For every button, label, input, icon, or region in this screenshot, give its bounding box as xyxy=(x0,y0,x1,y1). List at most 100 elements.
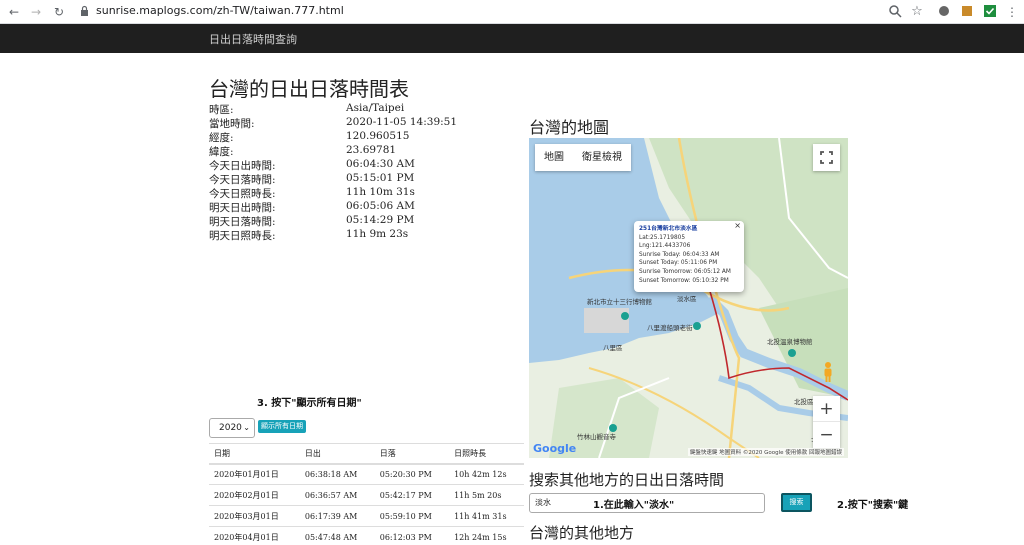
fullscreen-button[interactable] xyxy=(813,144,840,171)
map-label: 八里渡船頭老街 xyxy=(647,324,693,332)
google-logo: Google xyxy=(533,442,576,455)
map-label: 北投溫泉博物館 xyxy=(767,338,813,346)
map-type-control: 地圖 衛星檢視 xyxy=(535,144,631,171)
table-cell: 2020年04月01日 xyxy=(209,526,300,545)
info-value: 05:14:29 PM xyxy=(346,214,415,226)
info-value: 11h 9m 23s xyxy=(346,228,409,240)
info-row: 緯度: 23.69781 xyxy=(209,144,509,158)
reload-icon[interactable]: ↻ xyxy=(51,4,67,20)
table-row: 2020年01月01日 06:38:18 AM 05:20:30 PM 10h 42m… xyxy=(209,463,524,485)
table-header-row: 日期 日出 日落 日照時長 xyxy=(209,443,524,465)
info-value: Asia/Taipei xyxy=(346,102,405,114)
page-title: 台灣的日出日落時間表 xyxy=(209,77,409,101)
tab-map[interactable]: 地圖 xyxy=(535,144,573,171)
info-row: 今天日照時長: 11h 10m 31s xyxy=(209,186,509,200)
info-key: 緯度: xyxy=(209,146,234,158)
table-cell: 10h 42m 12s xyxy=(449,463,524,485)
table-row: 2020年03月01日 06:17:39 AM 05:59:10 PM 11h 41m… xyxy=(209,505,524,527)
extension-icon[interactable] xyxy=(983,4,997,18)
show-all-dates-button[interactable]: 顯示所有日期 xyxy=(258,420,306,433)
map-label: 新北市立十三行博物館 xyxy=(587,298,652,306)
site-brand[interactable]: 日出日落時間查詢 xyxy=(209,31,297,47)
info-key: 今天日照時長: xyxy=(209,188,276,200)
annotation-show-all: 3. 按下"顯示所有日期" xyxy=(257,398,362,409)
table-row: 2020年04月01日 05:47:48 AM 06:12:03 PM 12h 24m… xyxy=(209,526,524,545)
menu-icon[interactable]: ⋮ xyxy=(1004,4,1020,20)
info-value: 06:04:30 AM xyxy=(346,158,415,170)
fullscreen-icon xyxy=(820,151,833,164)
zoom-control: + − xyxy=(813,396,840,448)
column-header: 日落 xyxy=(374,443,450,465)
table-row: 2020年02月01日 06:36:57 AM 05:42:17 PM 11h 5m … xyxy=(209,484,524,506)
extension-icon[interactable] xyxy=(937,4,951,18)
popup-line: Sunrise Today: 06:04:33 AM xyxy=(639,251,720,258)
google-logo-text: Google xyxy=(533,442,577,455)
map-label: 竹林山觀音寺 xyxy=(577,433,616,441)
popup-line: Lat:25.1719805 xyxy=(639,234,686,241)
extension-icon[interactable] xyxy=(960,4,974,18)
popup-line: Sunset Today: 05:11:06 PM xyxy=(639,260,718,267)
info-row: 明天日出時間: 06:05:06 AM xyxy=(209,200,509,214)
table-cell: 06:36:57 AM xyxy=(299,484,375,506)
info-value: 23.69781 xyxy=(346,144,397,156)
table-cell: 2020年01月01日 xyxy=(209,463,300,485)
table-cell: 11h 41m 31s xyxy=(449,505,524,527)
zoom-icon[interactable] xyxy=(888,4,902,18)
info-key: 時區: xyxy=(209,104,234,116)
map-heading: 台灣的地圖 xyxy=(529,118,610,137)
column-header: 日照時長 xyxy=(449,443,524,465)
info-row: 當地時間: 2020-11-05 14:39:51 xyxy=(209,116,509,130)
table-cell: 06:12:03 PM xyxy=(374,526,450,545)
address-bar[interactable]: sunrise.maplogs.com/zh-TW/taiwan.777.htm… xyxy=(96,4,344,17)
table-cell: 06:17:39 AM xyxy=(299,505,375,527)
tab-satellite[interactable]: 衛星檢視 xyxy=(573,144,631,171)
popup-title: 251台灣新北市淡水區 xyxy=(639,226,698,232)
map-attribution[interactable]: 鍵盤快速鍵 地圖資料 ©2020 Google 使用條款 回報地圖錯誤 xyxy=(687,448,844,456)
table-cell: 05:47:48 AM xyxy=(299,526,375,545)
table-cell: 05:59:10 PM xyxy=(374,505,450,527)
table-cell: 12h 24m 15s xyxy=(449,526,524,545)
popup-line: Sunrise Tomorrow: 06:05:12 AM xyxy=(639,268,731,275)
search-button[interactable]: 搜索 xyxy=(781,493,812,512)
info-row: 今天日出時間: 06:04:30 AM xyxy=(209,158,509,172)
popup-lines: Lat:25.1719805 Lng:121.4433706 Sunrise Tod… xyxy=(639,234,739,286)
lock-icon xyxy=(81,5,88,16)
back-icon[interactable]: ← xyxy=(6,4,22,20)
map-label: 淡水區 xyxy=(677,295,697,303)
close-icon[interactable]: × xyxy=(734,221,741,231)
map-label: 八里區 xyxy=(603,344,623,352)
google-map[interactable]: 新北市立十三行博物館 淡水區 八里渡船頭老街 八里區 北投溫泉博物館 北投區 竹… xyxy=(529,138,848,458)
browser-toolbar: ← → ↻ sunrise.maplogs.com/zh-TW/taiwan.7… xyxy=(0,0,1024,24)
forward-icon[interactable]: → xyxy=(28,4,44,20)
table-cell: 05:42:17 PM xyxy=(374,484,450,506)
site-navbar: 日出日落時間查詢 xyxy=(0,24,1024,53)
popup-line: Lng:121.4433706 xyxy=(639,243,691,250)
map-info-popup: × 251台灣新北市淡水區 Lat:25.1719805 Lng:121.4433… xyxy=(634,221,744,292)
info-value: 06:05:06 AM xyxy=(346,200,415,212)
annotation-input: 1.在此輸入"淡水" xyxy=(593,500,675,511)
table-cell: 2020年03月01日 xyxy=(209,505,300,527)
column-header: 日期 xyxy=(209,443,300,465)
table-cell: 2020年02月01日 xyxy=(209,484,300,506)
info-key: 當地時間: xyxy=(209,118,255,130)
info-key: 明天日出時間: xyxy=(209,202,276,214)
pegman-icon[interactable] xyxy=(821,361,835,383)
info-value: 11h 10m 31s xyxy=(346,186,415,198)
year-select[interactable]: 2020 ⌄ xyxy=(209,418,255,438)
info-row: 明天日照時長: 11h 9m 23s xyxy=(209,228,509,242)
info-row: 明天日落時間: 05:14:29 PM xyxy=(209,214,509,228)
info-table: 時區: Asia/Taipei 當地時間: 2020-11-05 14:39:51 經度… xyxy=(209,102,509,242)
search-heading: 搜索其他地方的日出日落時間 xyxy=(529,471,725,489)
info-row: 今天日落時間: 05:15:01 PM xyxy=(209,172,509,186)
year-select-value: 2020 xyxy=(219,423,242,433)
info-key: 明天日落時間: xyxy=(209,216,276,228)
zoom-in-button[interactable]: + xyxy=(813,396,840,422)
zoom-out-button[interactable]: − xyxy=(813,422,840,448)
map-label: 北投區 xyxy=(794,398,814,406)
info-row: 經度: 120.960515 xyxy=(209,130,509,144)
annotation-button: 2.按下"搜索"鍵 xyxy=(837,500,909,511)
star-icon[interactable]: ☆ xyxy=(909,4,925,20)
column-header: 日出 xyxy=(299,443,375,465)
info-key: 今天日出時間: xyxy=(209,160,276,172)
info-value: 2020-11-05 14:39:51 xyxy=(346,116,458,128)
